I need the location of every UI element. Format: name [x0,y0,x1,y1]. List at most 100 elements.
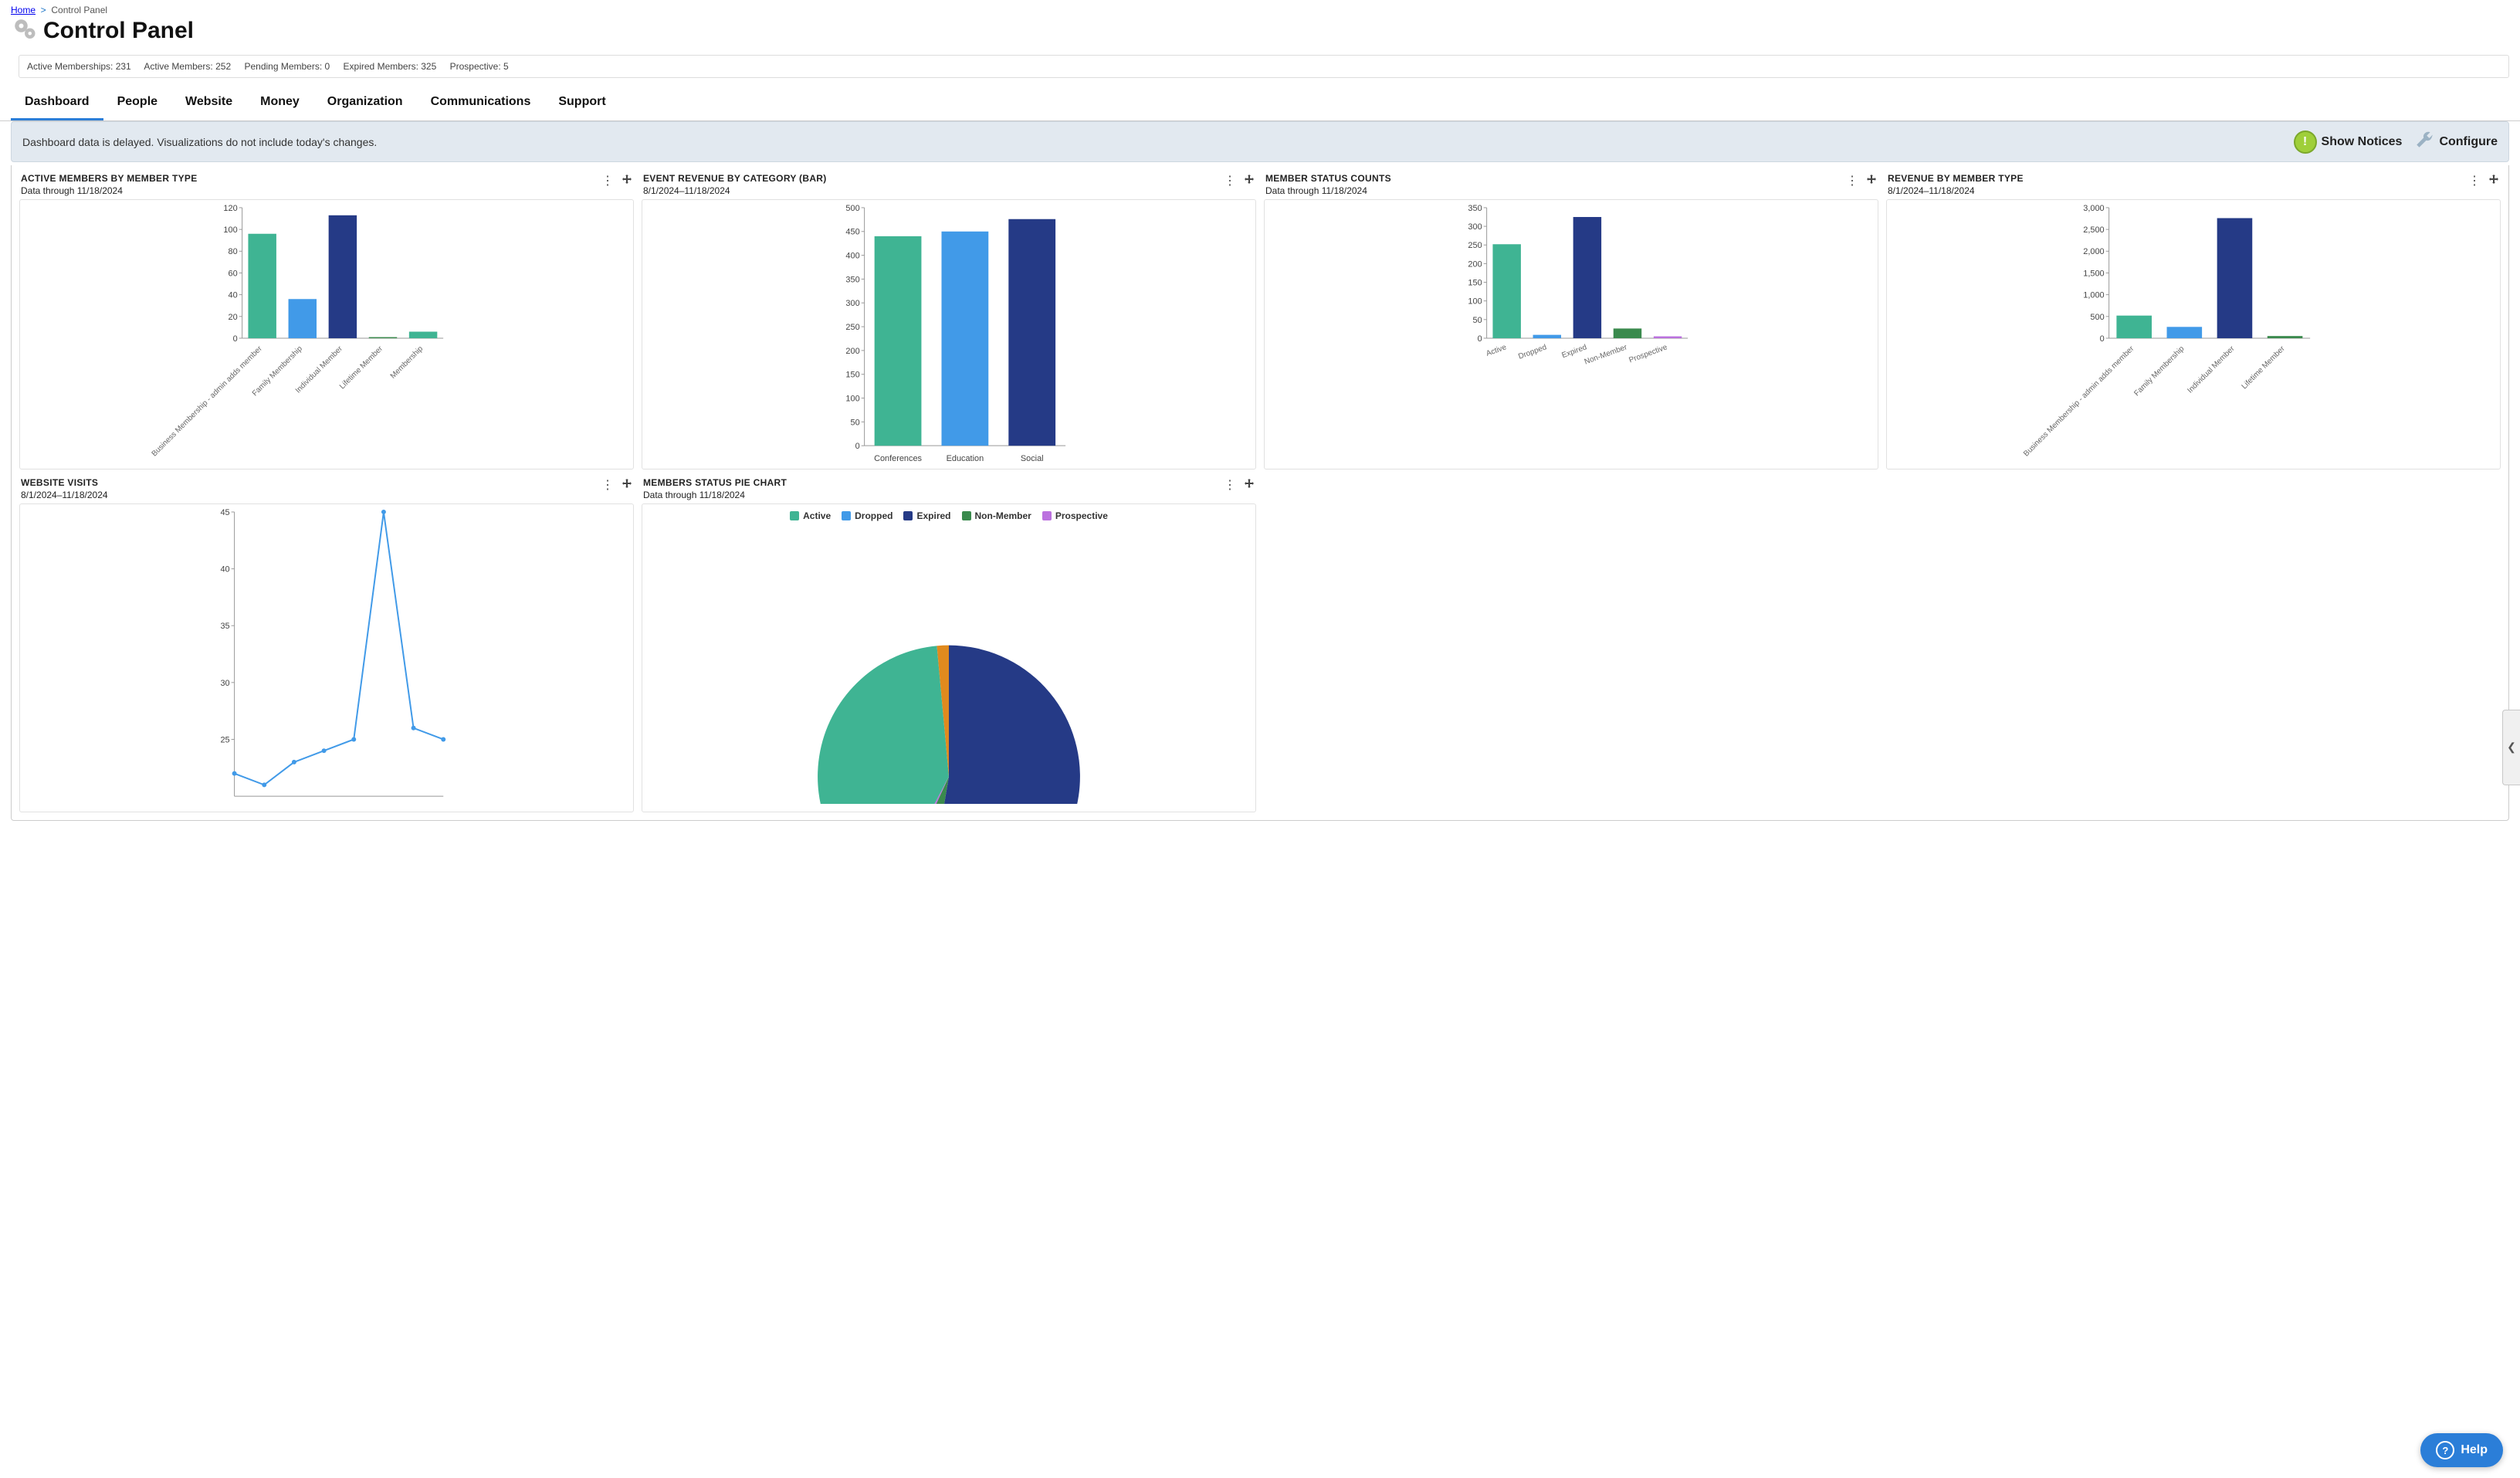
panel-title: ACTIVE MEMBERS BY MEMBER TYPE [21,173,198,184]
panel-menu-icon[interactable]: ⋮ [2468,175,2481,188]
svg-text:400: 400 [845,252,859,261]
svg-text:Business Membership - admin ad: Business Membership - admin adds member [2022,344,2136,459]
panel-move-icon[interactable] [2488,175,2499,188]
panel-title: WEBSITE VISITS [21,477,108,488]
svg-text:50: 50 [851,418,860,427]
pie-legend: Active Dropped Expired Non-Member Prospe… [642,504,1255,531]
panel-subtitle: 8/1/2024–11/18/2024 [1888,185,2024,196]
svg-text:25: 25 [220,735,229,744]
svg-text:Membership: Membership [389,344,425,381]
svg-text:80: 80 [229,247,238,256]
panel-subtitle: 8/1/2024–11/18/2024 [21,490,108,500]
svg-text:100: 100 [1468,297,1482,307]
panel-active-members: ACTIVE MEMBERS BY MEMBER TYPE Data throu… [19,173,634,470]
breadcrumb-here: Control Panel [51,5,107,15]
legend-item: Active [790,510,831,521]
show-notices-button[interactable]: ! Show Notices [2294,131,2403,154]
stat-expired-members: Expired Members: 325 [344,61,437,72]
svg-text:0: 0 [855,442,860,451]
panel-menu-icon[interactable]: ⋮ [1224,480,1236,492]
svg-text:2,500: 2,500 [2083,225,2104,235]
panel-title: REVENUE BY MEMBER TYPE [1888,173,2024,184]
svg-text:Non-Member: Non-Member [1583,343,1629,366]
stats-bar: Active Memberships: 231 Active Members: … [19,55,2509,78]
tab-money[interactable]: Money [246,86,313,120]
svg-text:50: 50 [1473,316,1482,325]
panel-subtitle: Data through 11/18/2024 [21,185,198,196]
svg-text:Family Membership: Family Membership [2132,344,2186,398]
svg-text:200: 200 [845,347,859,356]
tab-website[interactable]: Website [171,86,246,120]
help-icon: ? [2436,1441,2454,1459]
panel-revenue-type: REVENUE BY MEMBER TYPE 8/1/2024–11/18/20… [1886,173,2501,470]
legend-item: Dropped [842,510,892,521]
svg-text:3,000: 3,000 [2083,204,2104,213]
svg-text:Lifetime Member: Lifetime Member [338,344,385,392]
svg-text:200: 200 [1468,259,1482,269]
svg-text:Education: Education [947,454,984,463]
panel-subtitle: 8/1/2024–11/18/2024 [643,185,827,196]
page-title: Control Panel [43,18,194,44]
panel-event-revenue: EVENT REVENUE BY CATEGORY (BAR) 8/1/2024… [642,173,1256,470]
panel-move-icon[interactable] [1866,175,1877,188]
svg-text:Social: Social [1021,454,1044,463]
tab-communications[interactable]: Communications [417,86,545,120]
panel-move-icon[interactable] [1244,479,1255,492]
svg-text:120: 120 [223,204,237,213]
tab-people[interactable]: People [103,86,171,120]
tab-dashboard[interactable]: Dashboard [11,86,103,120]
svg-text:250: 250 [845,323,859,332]
svg-text:1,500: 1,500 [2083,269,2104,278]
alert-text: Dashboard data is delayed. Visualization… [22,136,377,148]
panel-member-status: MEMBER STATUS COUNTS Data through 11/18/… [1264,173,1878,470]
svg-text:300: 300 [1468,222,1482,232]
breadcrumb: Home > Control Panel [0,0,2520,15]
svg-text:Individual Member: Individual Member [2186,344,2237,395]
svg-text:Lifetime Member: Lifetime Member [2241,344,2288,392]
configure-button[interactable]: Configure [2414,130,2498,154]
stat-active-memberships: Active Memberships: 231 [27,61,131,72]
chart-active-members: 020406080100120Business Membership - adm… [20,200,633,469]
stat-prospective: Prospective: 5 [450,61,509,72]
tab-support[interactable]: Support [544,86,619,120]
svg-text:Conferences: Conferences [874,454,922,463]
svg-text:100: 100 [223,225,237,235]
panel-title: MEMBER STATUS COUNTS [1265,173,1391,184]
chart-event-revenue: 050100150200250300350400450500Conference… [642,200,1255,469]
svg-text:Business Membership - admin ad: Business Membership - admin adds member [151,344,265,459]
panel-menu-icon[interactable]: ⋮ [601,175,614,188]
panel-menu-icon[interactable]: ⋮ [1846,175,1858,188]
svg-text:150: 150 [1468,279,1482,288]
svg-text:20: 20 [229,313,238,322]
legend-item: Prospective [1042,510,1108,521]
chart-revenue-type: 05001,0001,5002,0002,5003,000Business Me… [1887,200,2500,469]
side-drawer-toggle[interactable]: ❮ [2502,710,2520,785]
panel-website-visits: WEBSITE VISITS 8/1/2024–11/18/2024 ⋮ 25 3… [19,477,634,812]
svg-text:150: 150 [845,371,859,380]
help-button[interactable]: ? Help [2420,1433,2503,1467]
svg-text:30: 30 [220,679,229,688]
panel-move-icon[interactable] [622,175,632,188]
tab-organization[interactable]: Organization [313,86,417,120]
panel-menu-icon[interactable]: ⋮ [601,480,614,492]
svg-text:100: 100 [845,395,859,404]
panel-title: EVENT REVENUE BY CATEGORY (BAR) [643,173,827,184]
panel-menu-icon[interactable]: ⋮ [1224,175,1236,188]
svg-text:450: 450 [845,228,859,237]
chart-members-pie [642,531,1255,804]
stat-pending-members: Pending Members: 0 [244,61,330,72]
chart-website-visits: 2530354045 [20,504,633,812]
svg-text:60: 60 [229,269,238,278]
svg-text:0: 0 [1478,334,1482,344]
legend-item: Expired [903,510,950,521]
breadcrumb-home[interactable]: Home [11,5,36,15]
svg-text:Dropped: Dropped [1517,343,1548,361]
gear-icon [11,15,43,46]
panel-move-icon[interactable] [1244,175,1255,188]
svg-text:250: 250 [1468,241,1482,250]
panel-move-icon[interactable] [622,479,632,492]
svg-text:500: 500 [2090,313,2104,322]
stat-active-members: Active Members: 252 [144,61,231,72]
panel-subtitle: Data through 11/18/2024 [1265,185,1391,196]
panel-title: MEMBERS STATUS PIE CHART [643,477,787,488]
